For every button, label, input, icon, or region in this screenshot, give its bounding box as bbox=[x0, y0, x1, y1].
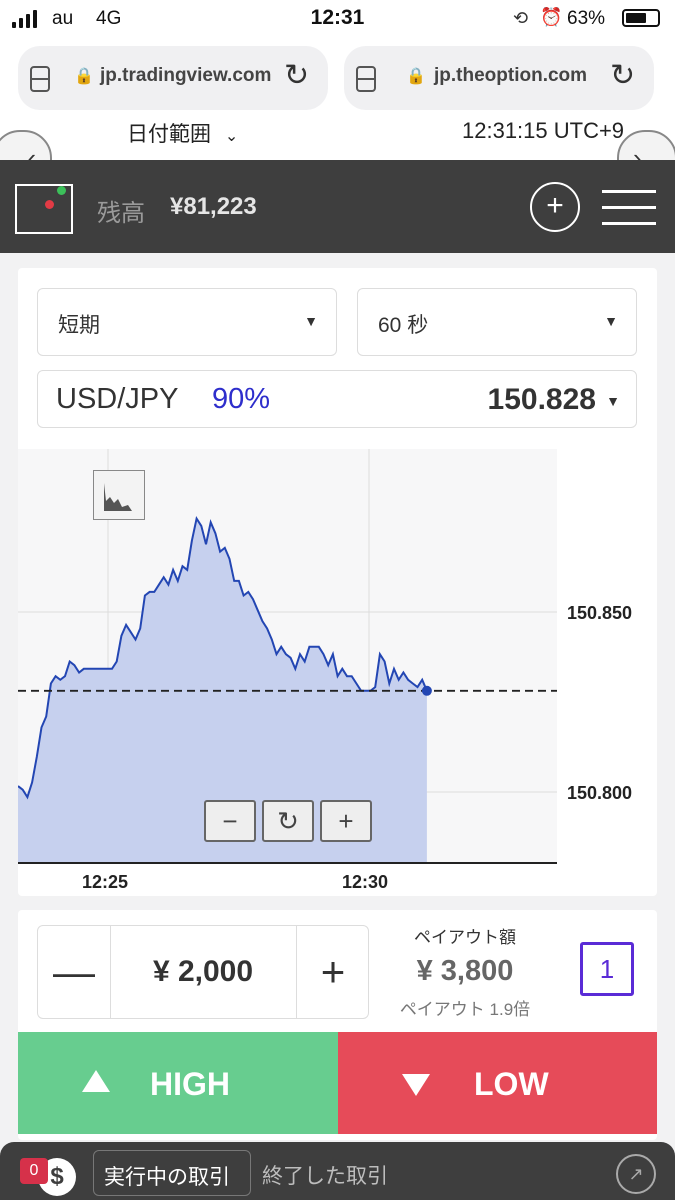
zoom-in-button[interactable]: + bbox=[320, 800, 372, 842]
reset-zoom-button[interactable]: ↻ bbox=[262, 800, 314, 842]
duration-select[interactable]: 60 秒 ▼ bbox=[357, 288, 637, 356]
asset-select[interactable]: USD/JPY 90% 150.828 ▼ bbox=[37, 370, 637, 428]
payout-value: ¥ 3,800 bbox=[416, 955, 514, 987]
browser-tab-bar: 🔒 jp.tradingview.com ↻ 🔒 jp.theoption.co… bbox=[0, 38, 675, 118]
page-icon bbox=[356, 66, 376, 92]
tab-label: 実行中の取引 bbox=[104, 1166, 230, 1189]
alarm-icon: ⏰ bbox=[540, 7, 563, 27]
battery-icon bbox=[622, 9, 660, 27]
date-range-label: 日付範囲 bbox=[127, 123, 211, 146]
asset-price: 150.828 bbox=[487, 383, 596, 416]
duration-value: 60 秒 bbox=[378, 314, 429, 337]
high-button[interactable]: HIGH bbox=[18, 1032, 338, 1134]
amount-stepper: — ¥ 2,000 + bbox=[37, 925, 369, 1019]
tab-closed-trades[interactable]: 終了した取引 bbox=[262, 1160, 388, 1190]
zoom-out-button[interactable]: − bbox=[204, 800, 256, 842]
payout-percent: 90% bbox=[212, 383, 271, 415]
asset-pair: USD/JPY bbox=[56, 383, 179, 415]
low-label: LOW bbox=[474, 1066, 549, 1102]
decrease-amount-button[interactable]: — bbox=[38, 926, 111, 1018]
up-triangle-icon bbox=[82, 1070, 110, 1092]
page-icon bbox=[30, 66, 50, 92]
down-triangle-icon bbox=[402, 1074, 430, 1096]
lock-icon: 🔒 bbox=[406, 68, 426, 85]
status-bar: au 4G 12:31 ⟲ ⏰ 63% bbox=[0, 0, 675, 38]
tab-active-trades[interactable]: 実行中の取引 bbox=[93, 1150, 251, 1196]
payout-label: ペイアウト額 bbox=[414, 928, 516, 947]
low-button[interactable]: LOW bbox=[338, 1032, 657, 1134]
active-trades-count: 0 bbox=[20, 1158, 48, 1184]
logo[interactable] bbox=[15, 184, 73, 234]
browser-tab-tradingview[interactable]: 🔒 jp.tradingview.com ↻ bbox=[18, 46, 328, 110]
battery-percent: 63% bbox=[567, 8, 606, 29]
y-tick-label: 150.850 bbox=[567, 603, 633, 623]
add-funds-button[interactable]: + bbox=[530, 182, 580, 232]
caret-down-icon: ▼ bbox=[606, 393, 620, 409]
payout-rate: ペイアウト 1.9倍 bbox=[399, 1000, 531, 1019]
chevron-down-icon: ⌄ bbox=[224, 128, 239, 145]
caret-down-icon: ▼ bbox=[304, 313, 318, 329]
date-range-bar: 日付範囲 ⌄ 12:31:15 UTC+9 bbox=[0, 118, 675, 160]
date-range-dropdown[interactable]: 日付範囲 ⌄ bbox=[127, 118, 238, 148]
current-price-dot bbox=[421, 685, 432, 696]
trade-type-select[interactable]: 短期 ▼ bbox=[37, 288, 337, 356]
x-tick-label: 12:25 bbox=[82, 872, 129, 892]
trade-type-value: 短期 bbox=[58, 314, 100, 337]
increase-amount-button[interactable]: + bbox=[296, 926, 369, 1018]
tab-url: jp.tradingview.com bbox=[100, 65, 272, 86]
lot-toggle-button[interactable]: 1 bbox=[580, 942, 634, 996]
balance-value: ¥81,223 bbox=[170, 193, 257, 220]
reload-icon[interactable]: ↻ bbox=[610, 58, 635, 93]
x-tick-label: 12:30 bbox=[342, 872, 389, 892]
hamburger-menu-icon[interactable] bbox=[602, 190, 656, 226]
lock-icon: 🔒 bbox=[74, 68, 94, 85]
reload-icon[interactable]: ↻ bbox=[284, 58, 309, 93]
high-label: HIGH bbox=[150, 1066, 230, 1102]
browser-tab-theoption[interactable]: 🔒 jp.theoption.com ↻ bbox=[344, 46, 654, 110]
chart-type-icon[interactable] bbox=[93, 470, 145, 520]
tab-url: jp.theoption.com bbox=[434, 65, 588, 86]
external-link-icon[interactable]: ↗ bbox=[616, 1154, 656, 1194]
app-header: 残高 ¥81,223 + bbox=[0, 160, 675, 253]
caret-down-icon: ▼ bbox=[604, 313, 618, 329]
rotation-lock-icon: ⟲ bbox=[513, 8, 529, 28]
amount-field[interactable]: ¥ 2,000 bbox=[110, 926, 296, 1018]
y-tick-label: 150.800 bbox=[567, 783, 633, 803]
balance-label: 残高 bbox=[97, 200, 145, 227]
utc-clock: 12:31:15 UTC+9 bbox=[462, 118, 625, 143]
